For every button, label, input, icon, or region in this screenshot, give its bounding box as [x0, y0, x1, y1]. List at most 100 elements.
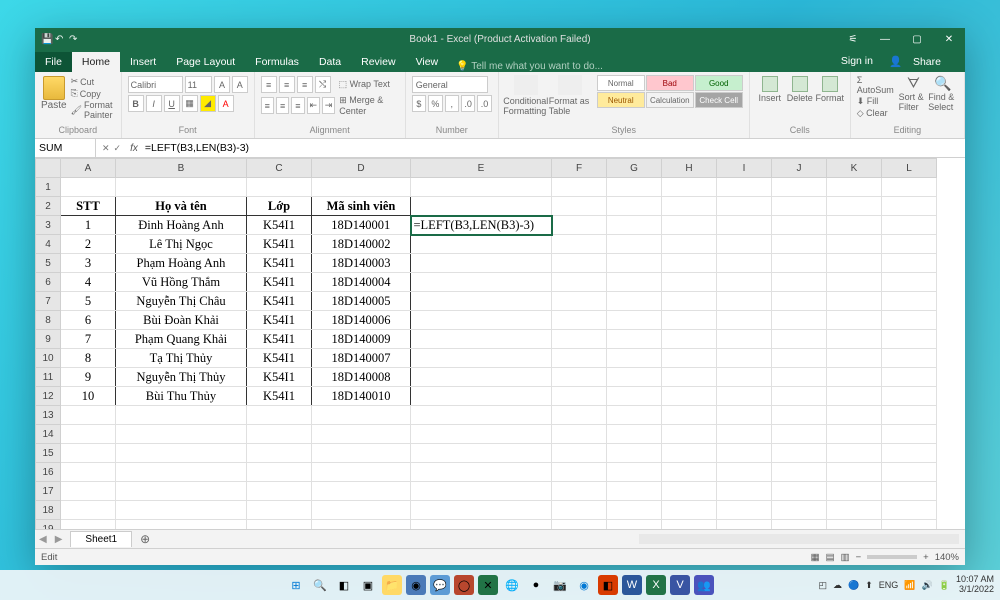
orientation-button[interactable]: ⤭ [315, 76, 331, 93]
cell[interactable]: 18D140004 [312, 273, 411, 292]
tray-lang[interactable]: ENG [879, 580, 899, 590]
cell[interactable] [662, 273, 717, 292]
cell[interactable] [827, 520, 882, 530]
volume-icon[interactable]: 🔊 [922, 580, 933, 591]
maximize-icon[interactable]: ▢ [901, 28, 933, 50]
search-icon[interactable]: 🔍 [310, 575, 330, 595]
tab-file[interactable]: File [35, 52, 72, 72]
tell-me-search[interactable]: 💡 Tell me what you want to do... [456, 61, 833, 72]
cell[interactable] [607, 444, 662, 463]
column-header[interactable]: H [662, 159, 717, 178]
cell[interactable]: K54I1 [247, 387, 312, 406]
cell[interactable] [552, 387, 607, 406]
cell[interactable] [662, 216, 717, 235]
cell[interactable] [552, 311, 607, 330]
cell[interactable]: 4 [61, 273, 116, 292]
column-header[interactable]: C [247, 159, 312, 178]
cell[interactable] [882, 368, 937, 387]
row-header[interactable]: 4 [36, 235, 61, 254]
cell[interactable]: Lê Thị Ngọc [116, 235, 247, 254]
cell[interactable] [882, 501, 937, 520]
cell[interactable] [552, 482, 607, 501]
border-button[interactable]: ▦ [182, 95, 198, 112]
app-icon[interactable]: ◧ [598, 575, 618, 595]
cell[interactable] [607, 387, 662, 406]
cell[interactable] [607, 330, 662, 349]
tab-page-layout[interactable]: Page Layout [166, 52, 245, 72]
cut-button[interactable]: ✂ Cut [71, 76, 115, 87]
excel-icon[interactable]: X [646, 575, 666, 595]
currency-button[interactable]: $ [412, 95, 426, 112]
row-header[interactable]: 19 [36, 520, 61, 530]
autosum-button[interactable]: Σ AutoSum [857, 75, 899, 95]
insert-cells-button[interactable]: Insert [756, 76, 784, 103]
percent-button[interactable]: % [428, 95, 442, 112]
cell[interactable] [247, 425, 312, 444]
cell[interactable] [827, 368, 882, 387]
row-header[interactable]: 6 [36, 273, 61, 292]
cell[interactable] [827, 273, 882, 292]
cell[interactable] [552, 330, 607, 349]
cancel-formula-icon[interactable]: ✕ [102, 143, 110, 154]
cell[interactable]: K54I1 [247, 235, 312, 254]
font-color-button[interactable]: A [218, 95, 234, 112]
zoom-in-icon[interactable]: + [923, 552, 929, 563]
cell[interactable] [827, 406, 882, 425]
cell[interactable] [772, 178, 827, 197]
format-painter-button[interactable]: 🖌 Format Painter [71, 100, 115, 120]
cell[interactable] [827, 425, 882, 444]
cell[interactable] [772, 482, 827, 501]
cell[interactable] [772, 444, 827, 463]
app-icon[interactable]: ◉ [406, 575, 426, 595]
signin-button[interactable]: Sign in [833, 51, 881, 72]
cell[interactable] [411, 330, 552, 349]
copy-button[interactable]: ⎘ Copy [71, 88, 115, 99]
row-header[interactable]: 13 [36, 406, 61, 425]
cell[interactable] [827, 197, 882, 216]
cell[interactable]: Bùi Thu Thủy [116, 387, 247, 406]
cell[interactable] [61, 463, 116, 482]
cell[interactable] [717, 292, 772, 311]
cell[interactable] [882, 425, 937, 444]
row-header[interactable]: 7 [36, 292, 61, 311]
cell[interactable] [882, 292, 937, 311]
cell[interactable]: K54I1 [247, 349, 312, 368]
cell[interactable] [411, 273, 552, 292]
cell[interactable] [717, 387, 772, 406]
cell[interactable] [717, 197, 772, 216]
save-icon[interactable]: 💾 [41, 34, 51, 44]
find-select-button[interactable]: 🔍Find & Select [928, 75, 958, 119]
cell[interactable] [247, 482, 312, 501]
italic-button[interactable]: I [146, 95, 162, 112]
cell[interactable]: 18D140007 [312, 349, 411, 368]
cell[interactable] [607, 273, 662, 292]
tray-icon[interactable]: ◰ [819, 580, 828, 591]
cell[interactable] [411, 444, 552, 463]
style-check[interactable]: Check Cell [695, 92, 743, 108]
cell[interactable] [247, 178, 312, 197]
row-header[interactable]: 16 [36, 463, 61, 482]
cell[interactable] [116, 520, 247, 530]
cell[interactable] [247, 463, 312, 482]
cell[interactable] [662, 197, 717, 216]
cell[interactable] [116, 178, 247, 197]
cell[interactable] [827, 235, 882, 254]
cell[interactable]: 8 [61, 349, 116, 368]
cell[interactable] [772, 387, 827, 406]
cell[interactable] [552, 425, 607, 444]
edge-icon[interactable]: ◉ [574, 575, 594, 595]
cell[interactable] [717, 178, 772, 197]
cell[interactable] [882, 330, 937, 349]
row-header[interactable]: 18 [36, 501, 61, 520]
wifi-icon[interactable]: 📶 [904, 580, 915, 591]
explorer-icon[interactable]: 📁 [382, 575, 402, 595]
cell[interactable] [717, 311, 772, 330]
cell[interactable] [61, 520, 116, 530]
cell[interactable] [312, 520, 411, 530]
style-bad[interactable]: Bad [646, 75, 694, 91]
column-header[interactable]: F [552, 159, 607, 178]
cell[interactable]: K54I1 [247, 292, 312, 311]
cell[interactable]: 18D140008 [312, 368, 411, 387]
cell[interactable] [827, 254, 882, 273]
visio-icon[interactable]: V [670, 575, 690, 595]
